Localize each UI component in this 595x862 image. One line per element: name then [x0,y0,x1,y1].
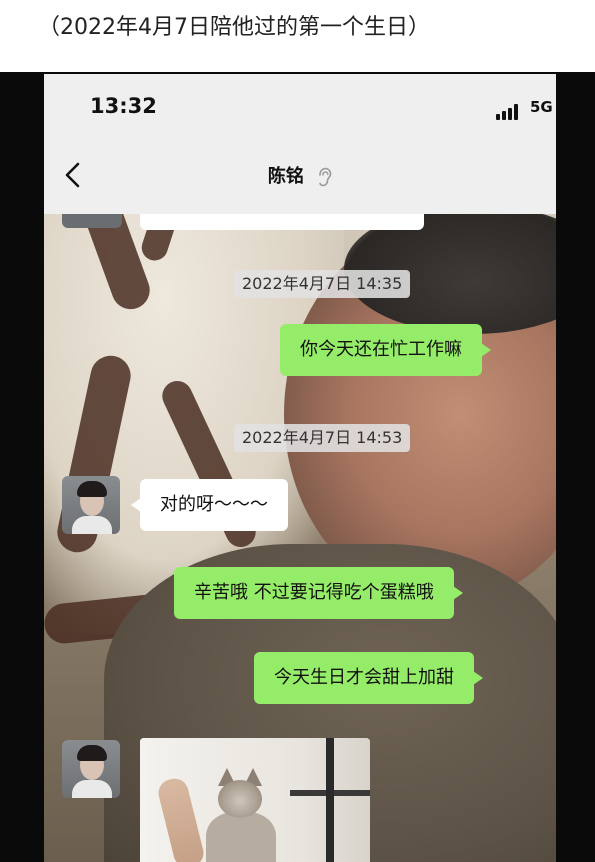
status-time: 13:32 [90,94,157,118]
outgoing-message[interactable]: 今天生日才会甜上加甜 [254,652,483,704]
signal-bars-icon: 5G [496,96,556,120]
outgoing-message[interactable]: 辛苦哦 不过要记得吃个蛋糕哦 [174,567,463,619]
message-timestamp: 2022年4月7日 14:35 [234,270,411,298]
chat-screen: 13:32 5G 陈铭 2022年4月7日 14:35 你今天还在忙工作嘛 20… [44,74,556,862]
contact-avatar[interactable] [62,476,120,534]
outgoing-message[interactable]: 你今天还在忙工作嘛 [280,324,491,376]
contact-avatar[interactable] [62,740,120,798]
incoming-message[interactable]: 对的呀～～～ [131,479,288,531]
ear-icon [319,167,332,187]
chat-nav-bar: 陈铭 [44,136,556,214]
contact-name: 陈铭 [267,166,304,187]
incoming-image-message[interactable] [140,738,370,862]
previous-message-bubble [140,214,424,230]
message-timestamp: 2022年4月7日 14:53 [234,424,411,452]
chat-title[interactable]: 陈铭 [44,162,556,188]
status-bar: 13:32 5G [44,74,556,136]
network-type: 5G [530,98,553,116]
avatar-partial[interactable] [62,214,122,228]
post-caption: （2022年4月7日陪他过的第一个生日） [38,15,430,40]
